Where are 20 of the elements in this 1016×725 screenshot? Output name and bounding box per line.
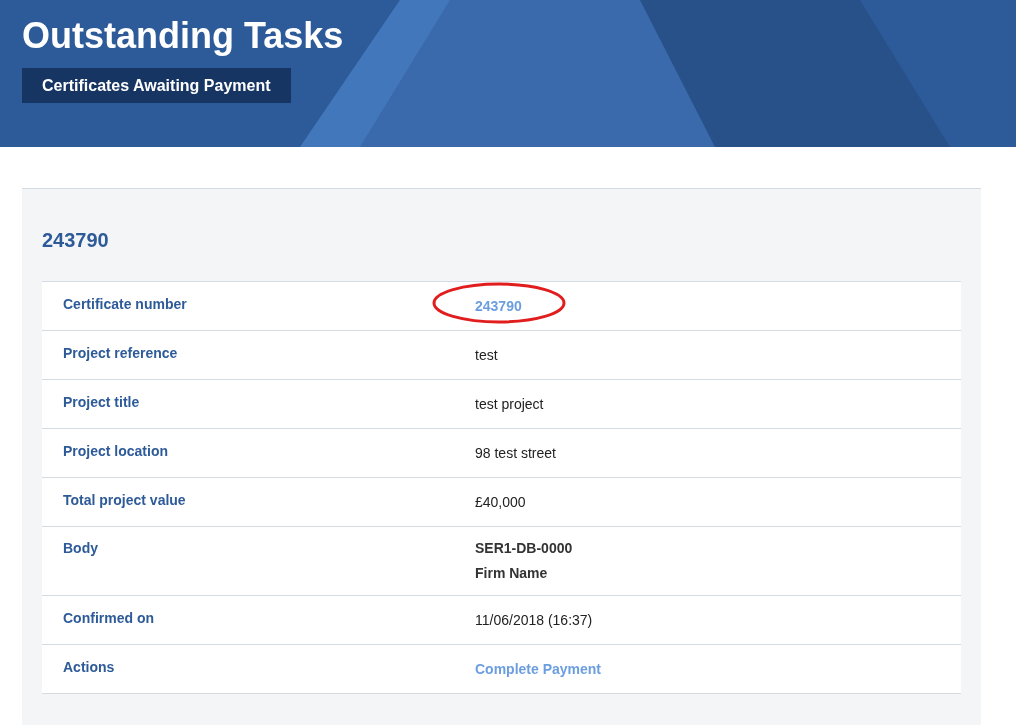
value-text: test project [475, 396, 544, 412]
card-heading: 243790 [42, 228, 110, 253]
link[interactable]: Complete Payment [475, 661, 602, 677]
value-text: £40,000 [475, 494, 526, 510]
page-title: Outstanding Tasks [22, 14, 344, 58]
link[interactable]: 243790 [475, 298, 522, 314]
value-text: 98 test street [475, 445, 556, 461]
row-label: Body [62, 539, 99, 558]
value-text: 11/06/2018 (16:37) [475, 612, 593, 628]
section-badge: Certificates Awaiting Payment [22, 68, 291, 103]
value-text: Firm Name [475, 564, 549, 583]
row-label: Certificate number [62, 295, 188, 314]
row-label: Total project value [62, 491, 187, 510]
row-label: Project location [62, 442, 170, 461]
row-label: Project reference [62, 344, 179, 363]
row-label: Confirmed on [62, 609, 155, 628]
row-label: Project title [62, 393, 141, 412]
value-text: SER1-DB-0000 [475, 539, 574, 558]
value-text: test [475, 347, 498, 363]
row-label: Actions [62, 658, 116, 677]
